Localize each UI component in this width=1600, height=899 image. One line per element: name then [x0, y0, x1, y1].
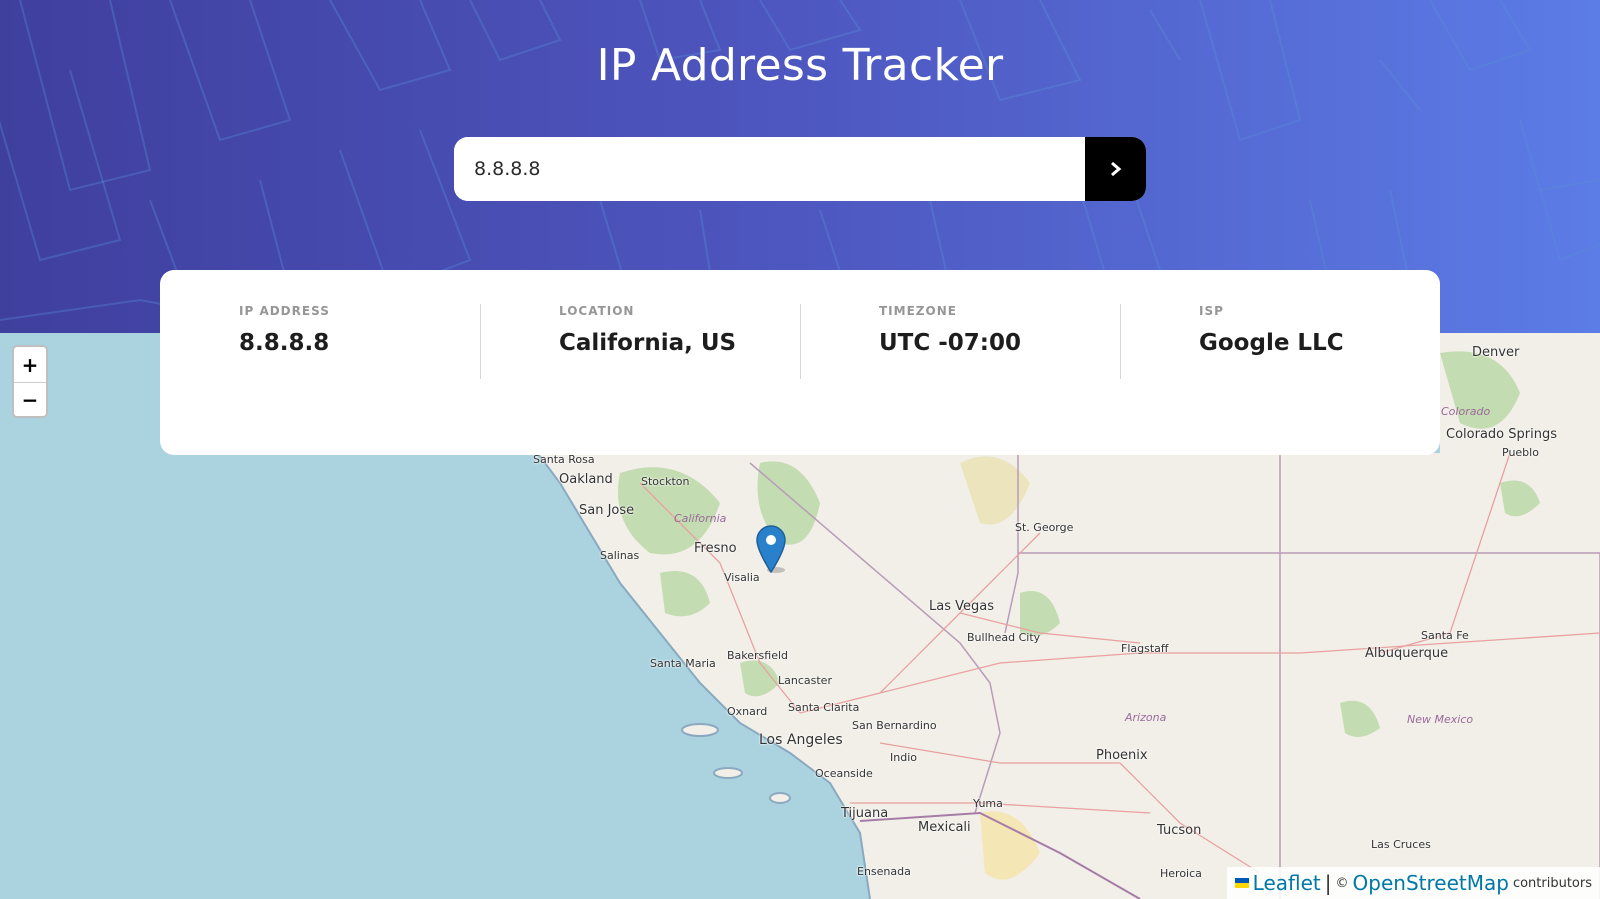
ip-info-card: IP ADDRESS 8.8.8.8 LOCATION California, …: [160, 270, 1440, 455]
info-location: LOCATION California, US: [480, 304, 800, 455]
city-label: Mexicali: [918, 820, 971, 835]
map-attribution: Leaflet | © OpenStreetMap contributors: [1226, 867, 1600, 899]
region-label: New Mexico: [1407, 713, 1474, 726]
city-label: Heroica: [1160, 867, 1202, 880]
page-title: IP Address Tracker: [596, 40, 1004, 91]
city-label: Stockton: [641, 475, 690, 488]
city-label: Santa Fe: [1421, 629, 1469, 642]
contributors-text: contributors: [1512, 875, 1592, 891]
info-timezone: TIMEZONE UTC -07:00: [800, 304, 1120, 455]
region-label: California: [674, 512, 727, 525]
city-label: Colorado Springs: [1446, 427, 1557, 442]
zoom-control: + −: [12, 345, 48, 418]
city-label: Tijuana: [841, 806, 889, 821]
leaflet-link[interactable]: Leaflet: [1253, 871, 1321, 895]
region-label: Colorado: [1441, 405, 1491, 418]
city-label: Salinas: [600, 549, 640, 562]
city-label: Visalia: [724, 571, 760, 584]
city-label: Denver: [1472, 345, 1520, 360]
info-label: ISP: [1199, 304, 1224, 318]
city-label: San Jose: [579, 503, 635, 518]
info-value: 8.8.8.8: [239, 330, 330, 356]
info-ip-address: IP ADDRESS 8.8.8.8: [160, 304, 480, 455]
city-label: St. George: [1015, 521, 1074, 534]
city-label: Fresno: [694, 541, 737, 556]
city-label: Bullhead City: [967, 631, 1041, 644]
info-label: IP ADDRESS: [239, 304, 330, 318]
city-label: Pueblo: [1502, 446, 1539, 459]
city-label: Las Cruces: [1371, 838, 1431, 851]
city-label: Ensenada: [857, 865, 911, 878]
info-isp: ISP Google LLC: [1120, 304, 1440, 455]
city-label: Phoenix: [1096, 748, 1148, 763]
city-label: Santa Clarita: [788, 701, 860, 714]
info-value: California, US: [559, 330, 737, 356]
city-label: Oakland: [559, 472, 613, 487]
city-label: Santa Maria: [650, 657, 716, 670]
zoom-out-button[interactable]: −: [14, 382, 46, 416]
openstreetmap-link[interactable]: OpenStreetMap: [1353, 871, 1509, 895]
info-value: Google LLC: [1199, 330, 1344, 356]
city-label: San Bernardino: [852, 719, 937, 732]
region-label: Arizona: [1125, 711, 1167, 724]
chevron-right-icon: [1110, 161, 1121, 177]
city-label: Oxnard: [727, 705, 768, 718]
search-submit-button[interactable]: [1085, 137, 1146, 201]
info-value: UTC -07:00: [879, 330, 1022, 356]
attribution-separator: |: [1324, 871, 1332, 895]
info-label: LOCATION: [559, 304, 635, 318]
city-label: Tucson: [1157, 823, 1202, 838]
city-label: Flagstaff: [1121, 642, 1169, 655]
city-label: Las Vegas: [929, 599, 994, 614]
zoom-in-button[interactable]: +: [14, 347, 46, 382]
city-label: Indio: [890, 751, 917, 764]
ukraine-flag-icon: [1234, 878, 1249, 888]
city-label: Yuma: [973, 797, 1003, 810]
city-label: Albuquerque: [1365, 646, 1449, 661]
city-label: Oceanside: [815, 767, 873, 780]
ip-search-form: [454, 137, 1146, 201]
map-pin-icon[interactable]: [756, 525, 786, 573]
copyright-symbol: ©: [1335, 875, 1349, 891]
info-label: TIMEZONE: [879, 304, 957, 318]
city-label: Bakersfield: [727, 649, 789, 662]
city-label: Los Angeles: [759, 732, 843, 748]
ip-search-input[interactable]: [454, 137, 1085, 201]
city-label: Lancaster: [778, 674, 832, 687]
